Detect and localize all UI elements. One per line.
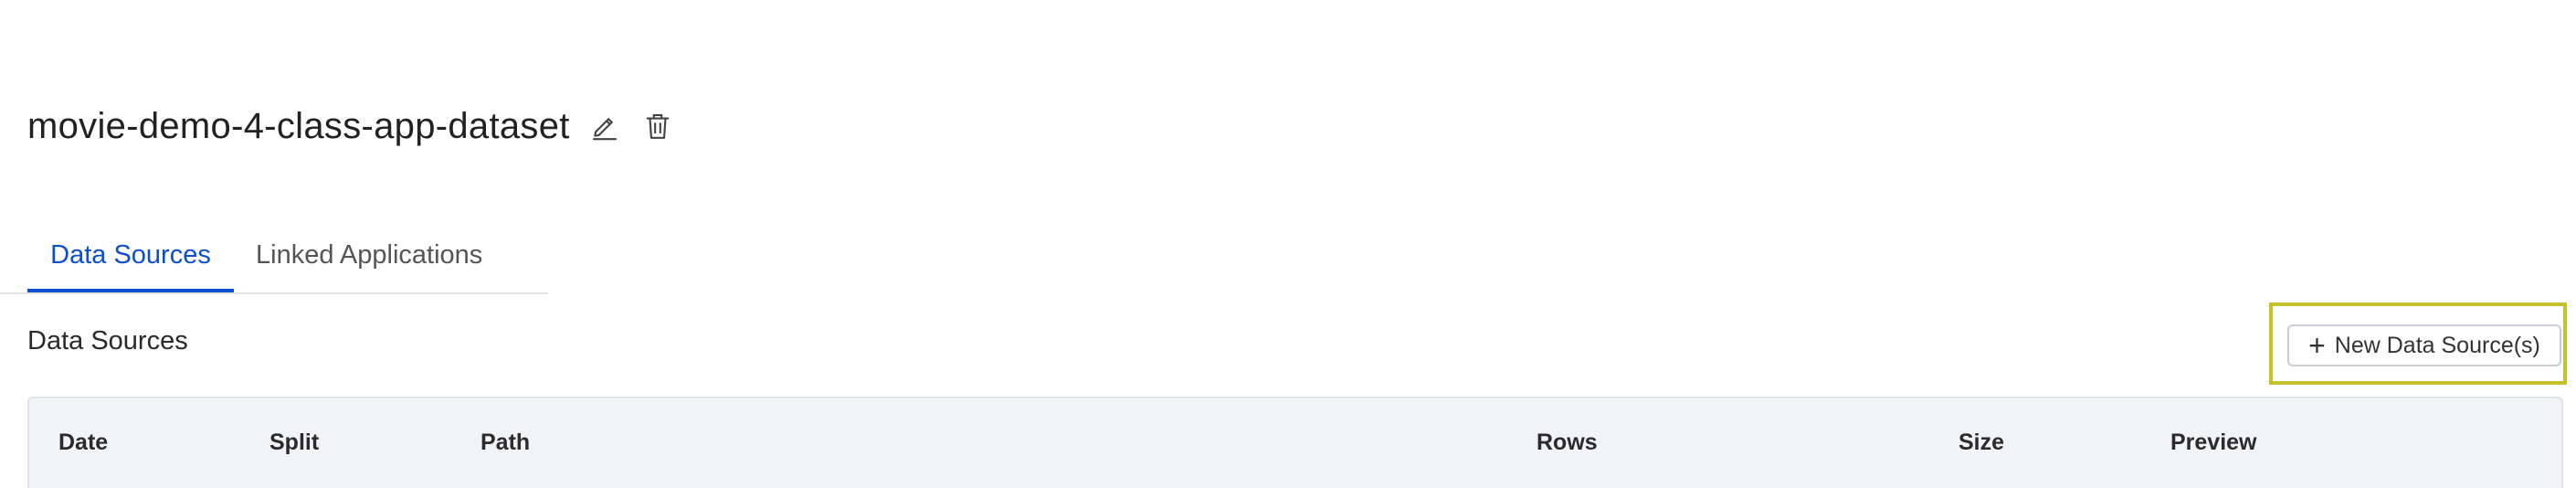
dataset-page: movie-demo-4-class-app-dataset Data Sour… [0, 0, 2576, 488]
pencil-edit-icon[interactable] [586, 108, 623, 144]
page-title: movie-demo-4-class-app-dataset [27, 105, 570, 146]
new-data-source-label: New Data Source(s) [2334, 332, 2540, 358]
plus-icon: + [2308, 329, 2326, 362]
column-header-preview[interactable]: Preview [2170, 398, 2257, 486]
column-header-size[interactable]: Size [1958, 398, 2004, 486]
tab-linked-applications[interactable]: Linked Applications [256, 219, 482, 291]
tab-data-sources[interactable]: Data Sources [27, 219, 234, 292]
column-header-rows[interactable]: Rows [1536, 398, 1598, 486]
new-data-source-button[interactable]: + New Data Source(s) [2287, 324, 2561, 366]
title-row: movie-demo-4-class-app-dataset [27, 99, 676, 154]
column-header-split[interactable]: Split [269, 398, 319, 486]
tab-bar: Data Sources Linked Applications [0, 219, 548, 294]
trash-icon[interactable] [639, 108, 676, 144]
column-header-path[interactable]: Path [480, 398, 530, 486]
column-header-date[interactable]: Date [58, 398, 108, 486]
data-sources-table: Date Split Path Rows Size Preview [27, 397, 2563, 488]
section-title: Data Sources [27, 326, 188, 355]
